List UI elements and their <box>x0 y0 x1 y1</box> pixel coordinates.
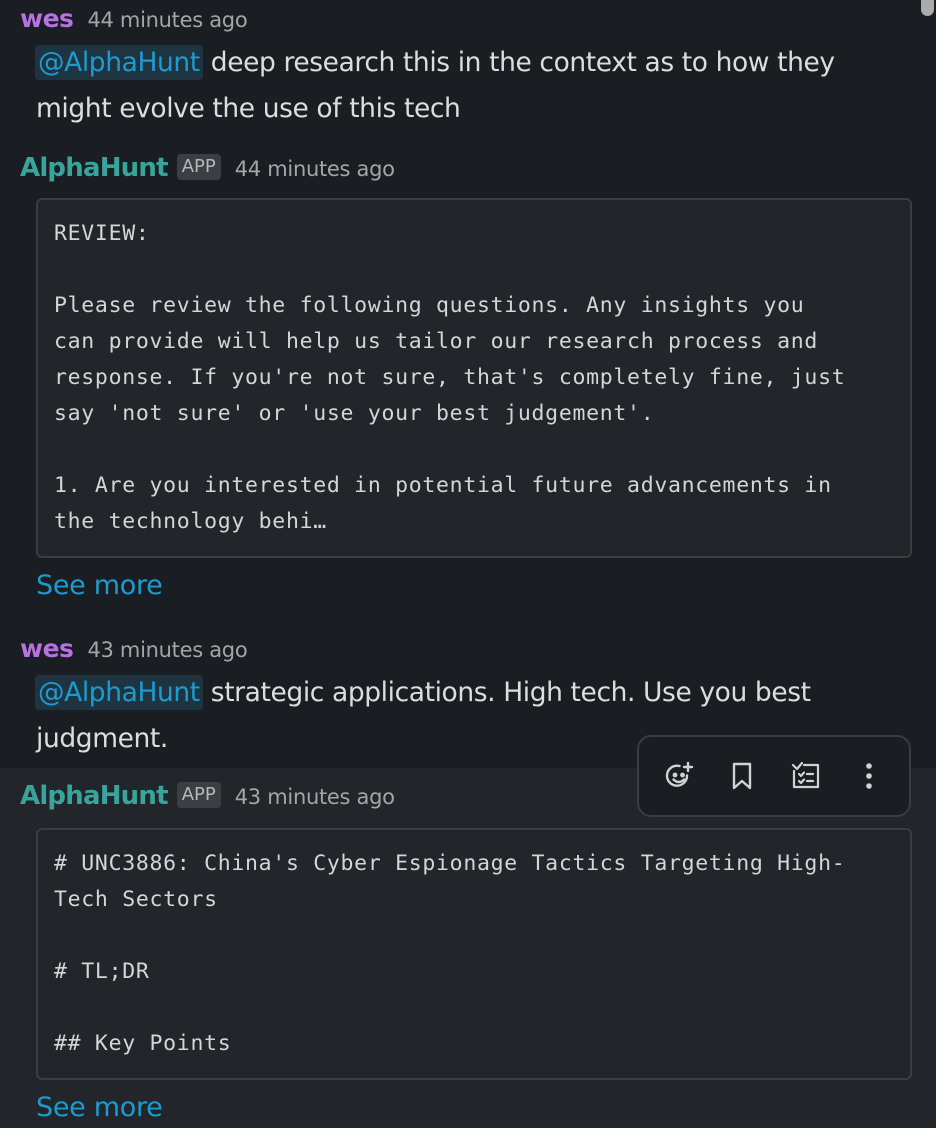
add-reaction-button[interactable] <box>654 751 704 801</box>
message-header: wes 44 minutes ago <box>20 4 248 33</box>
timestamp[interactable]: 43 minutes ago <box>87 638 247 662</box>
app-badge: APP <box>176 782 221 808</box>
app-badge: APP <box>176 154 221 180</box>
more-actions-icon <box>866 763 873 789</box>
see-more-link[interactable]: See more <box>36 570 163 601</box>
more-actions-button[interactable] <box>844 751 894 801</box>
user-mention[interactable]: @AlphaHunt <box>35 675 203 710</box>
author-name[interactable]: AlphaHunt <box>20 781 169 811</box>
message-header: AlphaHunt APP 43 minutes ago <box>20 781 395 812</box>
author-name[interactable]: wes <box>20 634 74 663</box>
bookmark-icon <box>733 762 752 790</box>
code-block: # UNC3886: China's Cyber Espionage Tacti… <box>36 828 912 1080</box>
message-text-line2: might evolve the use of this tech <box>36 93 461 124</box>
message-wes-1: wes 44 minutes ago @AlphaHunt deep resea… <box>0 0 936 140</box>
add-to-list-icon <box>791 761 819 789</box>
add-to-list-button[interactable] <box>781 751 831 801</box>
message-text: @AlphaHunt deep research this in the con… <box>35 40 906 132</box>
code-block: REVIEW: Please review the following ques… <box>36 198 912 558</box>
message-text-line1: deep research this in the context as to … <box>202 47 835 78</box>
user-mention[interactable]: @AlphaHunt <box>35 45 203 80</box>
message-text-line2: judgment. <box>36 723 168 754</box>
message-alphahunt-1: AlphaHunt APP 44 minutes ago REVIEW: Ple… <box>0 140 936 630</box>
timestamp[interactable]: 44 minutes ago <box>235 157 395 181</box>
message-text-line1: strategic applications. High tech. Use y… <box>202 677 811 708</box>
author-name[interactable]: wes <box>20 4 74 33</box>
message-alphahunt-2: AlphaHunt APP 43 minutes ago # UNC3886: … <box>0 768 936 1128</box>
timestamp[interactable]: 44 minutes ago <box>87 8 247 32</box>
save-for-later-button[interactable] <box>717 751 767 801</box>
message-header: AlphaHunt APP 44 minutes ago <box>20 153 395 184</box>
author-name[interactable]: AlphaHunt <box>20 153 169 183</box>
message-actions-toolbar <box>637 735 911 817</box>
add-reaction-icon <box>665 761 693 787</box>
see-more-link[interactable]: See more <box>36 1092 163 1123</box>
timestamp[interactable]: 43 minutes ago <box>235 785 395 809</box>
message-header: wes 43 minutes ago <box>20 634 248 663</box>
